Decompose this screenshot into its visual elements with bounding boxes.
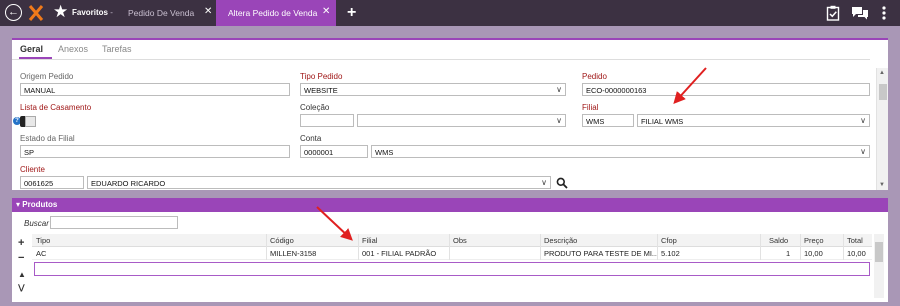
cell-descricao: PRODUTO PARA TESTE DE MI... bbox=[544, 249, 658, 258]
order-form-panel: Geral Anexos Tarefas Origem Pedido MANUA… bbox=[12, 38, 888, 190]
col-tipo[interactable]: Tipo bbox=[36, 236, 50, 245]
conta-select[interactable]: WMS ∨ bbox=[371, 145, 870, 158]
conta-code-field[interactable]: 0000001 bbox=[300, 145, 368, 158]
chat-icon[interactable] bbox=[851, 5, 869, 21]
cell-codigo: MILLEN-3158 bbox=[270, 249, 317, 258]
col-divider bbox=[657, 234, 658, 260]
estado-filial-label: Estado da Filial bbox=[20, 134, 75, 143]
close-icon[interactable]: ✕ bbox=[204, 6, 212, 17]
add-row-icon[interactable]: + bbox=[18, 237, 24, 249]
produtos-panel: ▾ Produtos Buscar + − ▲ ⋁ Tipo Código Fi… bbox=[12, 198, 888, 302]
produtos-section-header[interactable]: ▾ Produtos bbox=[12, 198, 888, 212]
buscar-input[interactable] bbox=[50, 216, 178, 229]
tab-anexos[interactable]: Anexos bbox=[58, 44, 88, 54]
col-saldo[interactable]: Saldo bbox=[769, 236, 788, 245]
lista-casamento-label: Lista de Casamento bbox=[20, 103, 92, 112]
remove-row-icon[interactable]: − bbox=[18, 252, 24, 264]
col-codigo[interactable]: Código bbox=[270, 236, 294, 245]
col-divider bbox=[760, 234, 761, 260]
chevron-down-icon[interactable]: ∨ bbox=[556, 116, 562, 125]
favorites-suffix: - bbox=[110, 8, 113, 17]
favorites-star-icon[interactable]: ★ bbox=[53, 2, 68, 22]
origem-pedido-field[interactable]: MANUAL bbox=[20, 83, 290, 96]
filial-label: Filial bbox=[582, 103, 599, 112]
pedido-label: Pedido bbox=[582, 72, 607, 81]
collapse-triangle-icon[interactable]: ▾ bbox=[16, 200, 20, 209]
toggle-knob bbox=[25, 116, 36, 127]
col-total[interactable]: Total bbox=[847, 236, 863, 245]
col-divider bbox=[843, 234, 844, 260]
form-scrollbar[interactable]: ▲ ▼ bbox=[876, 68, 888, 190]
more-vertical-icon[interactable] bbox=[881, 5, 887, 21]
grid-header-row: Tipo Código Filial Obs Descrição Cfop Sa… bbox=[32, 234, 872, 247]
clipboard-check-icon[interactable] bbox=[826, 5, 840, 21]
col-divider bbox=[358, 234, 359, 260]
cliente-name: EDUARDO RICARDO bbox=[91, 179, 166, 188]
col-descricao[interactable]: Descrição bbox=[544, 236, 577, 245]
cell-saldo: 1 bbox=[786, 249, 791, 258]
col-divider bbox=[266, 234, 267, 260]
estado-filial-field[interactable]: SP bbox=[20, 145, 290, 158]
col-cfop[interactable]: Cfop bbox=[661, 236, 677, 245]
new-row-editor[interactable] bbox=[34, 262, 870, 276]
filial-name: FILIAL WMS bbox=[641, 117, 684, 126]
cell-total: 10,00 bbox=[847, 249, 866, 258]
back-circle-icon[interactable]: ← bbox=[5, 4, 22, 21]
scroll-down-icon[interactable]: ▼ bbox=[879, 182, 885, 188]
col-preco[interactable]: Preço bbox=[804, 236, 824, 245]
col-divider bbox=[540, 234, 541, 260]
favorites-label: Favoritos bbox=[72, 8, 109, 17]
app-logo-icon[interactable] bbox=[28, 4, 44, 22]
buscar-label: Buscar bbox=[24, 219, 49, 228]
tab-label: Pedido De Venda bbox=[128, 8, 195, 18]
chevron-down-icon[interactable]: ∨ bbox=[541, 178, 547, 187]
scroll-thumb[interactable] bbox=[879, 84, 887, 100]
cell-filial: 001 - FILIAL PADRÃO bbox=[362, 249, 437, 258]
filial-select[interactable]: FILIAL WMS ∨ bbox=[637, 114, 870, 127]
chevron-down-icon[interactable]: ∨ bbox=[556, 85, 562, 94]
col-filial[interactable]: Filial bbox=[362, 236, 377, 245]
col-obs[interactable]: Obs bbox=[453, 236, 467, 245]
scroll-up-icon[interactable]: ▲ bbox=[879, 70, 885, 76]
grid-scrollbar[interactable] bbox=[874, 234, 884, 298]
pedido-field[interactable]: ECO-0000000163 bbox=[582, 83, 870, 96]
tab-geral[interactable]: Geral bbox=[20, 44, 43, 54]
tab-tarefas[interactable]: Tarefas bbox=[102, 44, 132, 54]
colecao-code-field[interactable] bbox=[300, 114, 354, 127]
conta-name: WMS bbox=[375, 148, 394, 157]
add-tab-button[interactable]: + bbox=[347, 4, 356, 22]
close-icon[interactable]: ✕ bbox=[322, 6, 330, 17]
tipo-pedido-value: WEBSITE bbox=[304, 86, 338, 95]
origem-pedido-label: Origem Pedido bbox=[20, 72, 74, 81]
expand-down-icon[interactable]: ⋁ bbox=[18, 283, 25, 292]
filial-code-field[interactable]: WMS bbox=[582, 114, 634, 127]
chevron-down-icon[interactable]: ∨ bbox=[860, 116, 866, 125]
tipo-pedido-select[interactable]: WEBSITE ∨ bbox=[300, 83, 566, 96]
colecao-select[interactable]: ∨ bbox=[357, 114, 566, 127]
cliente-select[interactable]: EDUARDO RICARDO ∨ bbox=[87, 176, 551, 189]
tab-label: Altera Pedido de Venda bbox=[228, 8, 318, 18]
top-bar: ← ★ Favoritos - Pedido De Venda ✕ Altera… bbox=[0, 0, 900, 26]
colecao-label: Coleção bbox=[300, 103, 330, 112]
table-row[interactable]: AC MILLEN-3158 001 - FILIAL PADRÃO PRODU… bbox=[32, 247, 872, 260]
favorites-menu[interactable]: Favoritos - bbox=[72, 8, 113, 17]
move-up-icon[interactable]: ▲ bbox=[18, 270, 26, 279]
tabs-divider bbox=[12, 59, 870, 60]
cliente-label: Cliente bbox=[20, 165, 45, 174]
cell-tipo: AC bbox=[36, 249, 47, 258]
cell-cfop: 5.102 bbox=[661, 249, 680, 258]
col-divider bbox=[800, 234, 801, 260]
col-divider bbox=[449, 234, 450, 260]
tab-altera-pedido-de-venda[interactable]: Altera Pedido de Venda ✕ bbox=[216, 0, 336, 26]
produtos-section-label: Produtos bbox=[22, 200, 58, 209]
chevron-down-icon[interactable]: ∨ bbox=[860, 147, 866, 156]
scroll-thumb[interactable] bbox=[875, 242, 883, 262]
cell-preco: 10,00 bbox=[804, 249, 823, 258]
grid-side-tools: + − ▲ ⋁ bbox=[14, 235, 32, 299]
tab-pedido-de-venda[interactable]: Pedido De Venda ✕ bbox=[118, 0, 224, 26]
search-icon[interactable] bbox=[556, 177, 568, 189]
cliente-code-field[interactable]: 0061625 bbox=[20, 176, 84, 189]
conta-label: Conta bbox=[300, 134, 322, 143]
tipo-pedido-label: Tipo Pedido bbox=[300, 72, 343, 81]
